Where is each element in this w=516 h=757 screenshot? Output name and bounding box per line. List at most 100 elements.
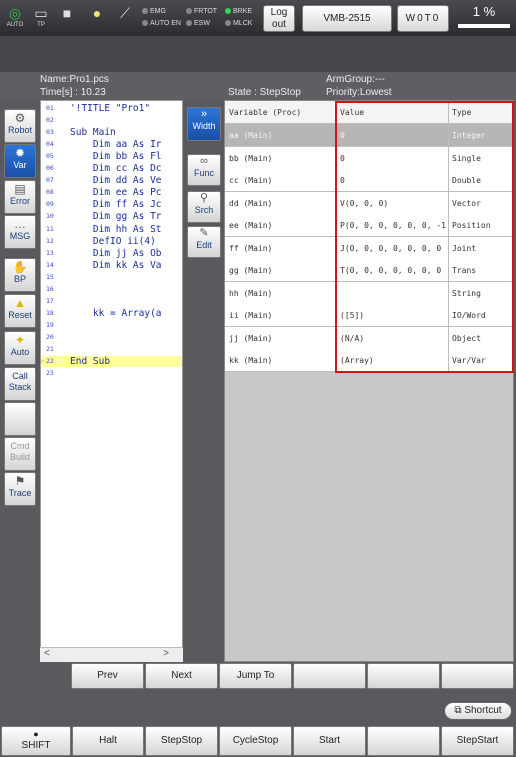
- variable-cell: ee (Main): [229, 221, 273, 230]
- nav-blank-button-3[interactable]: [441, 663, 514, 689]
- var-gear-icon: ✹: [14, 146, 26, 160]
- line-number: 20: [46, 332, 54, 341]
- shortcut-button[interactable]: ⧉ Shortcut: [444, 702, 512, 720]
- line-number: 07: [46, 176, 54, 185]
- line-number: 13: [46, 248, 54, 257]
- variable-cell: gg (Main): [229, 266, 273, 275]
- shift-dot-icon: ●: [33, 729, 39, 739]
- code-text: Dim bb As Fl: [70, 151, 162, 163]
- code-line[interactable]: 09 Dim ff As Jc: [41, 199, 182, 210]
- code-line[interactable]: 10 Dim gg As Tr: [41, 211, 182, 222]
- code-horizontal-scrollbar[interactable]: < >: [40, 647, 183, 662]
- code-line[interactable]: 01 '!TITLE "Pro1": [41, 103, 182, 114]
- program-name: Name:Pro1.pcs: [40, 74, 109, 85]
- code-line[interactable]: 05 Dim bb As Fl: [41, 151, 182, 162]
- error-button[interactable]: ▤ Error: [4, 180, 36, 214]
- code-text: Dim dd As Ve: [70, 175, 162, 187]
- frtot-indicator: FRTOT: [186, 7, 217, 16]
- call-stack-button[interactable]: Call Stack: [4, 367, 36, 401]
- code-line[interactable]: 02: [41, 115, 182, 126]
- line-number: 16: [46, 284, 54, 293]
- stepstart-button[interactable]: StepStart: [441, 726, 514, 756]
- code-text: Dim ff As Jc: [70, 199, 162, 211]
- code-line[interactable]: ▷ 22 End Sub: [40, 356, 182, 368]
- nav-blank-button-1[interactable]: [293, 663, 366, 689]
- code-line[interactable]: 19: [41, 320, 182, 331]
- error-doc-icon: ▤: [14, 182, 26, 196]
- robot-model-button[interactable]: VMB-2515: [302, 5, 392, 32]
- code-line[interactable]: 13 Dim jj As Ob: [41, 248, 182, 259]
- line-number: 18: [46, 308, 54, 317]
- search-button[interactable]: ⚲ Srch: [187, 191, 221, 223]
- code-line[interactable]: 06 Dim cc As Dc: [41, 163, 182, 174]
- code-line[interactable]: 14 Dim kk As Va: [41, 260, 182, 271]
- start-button[interactable]: Start: [293, 726, 366, 756]
- scroll-right-arrow[interactable]: >: [163, 648, 169, 659]
- edit-button[interactable]: ✎ Edit: [187, 226, 221, 258]
- speed-indicator[interactable]: 1 %: [456, 4, 512, 32]
- msg-button[interactable]: … MSG: [4, 215, 36, 249]
- logout-button[interactable]: Log out: [263, 5, 295, 32]
- scroll-left-arrow[interactable]: <: [44, 648, 50, 659]
- next-button[interactable]: Next: [145, 663, 218, 689]
- stepstop-button[interactable]: StepStop: [145, 726, 218, 756]
- jump-to-button[interactable]: Jump To: [219, 663, 292, 689]
- bp-button[interactable]: ✋ BP: [4, 258, 36, 292]
- code-line[interactable]: 23: [41, 368, 182, 379]
- variable-cell: hh (Main): [229, 288, 273, 298]
- code-line[interactable]: 21: [41, 344, 182, 355]
- speed-bar: [458, 24, 510, 28]
- auto-mode-icon[interactable]: ◎ AUTO: [4, 4, 26, 32]
- code-line[interactable]: 20: [41, 332, 182, 343]
- shift-button[interactable]: ● SHIFT: [1, 726, 71, 756]
- code-line[interactable]: 18 kk = Array(a: [41, 308, 182, 319]
- line-number: 03: [46, 128, 54, 137]
- trace-button[interactable]: ⚑ Trace: [4, 472, 36, 506]
- line-number: 21: [46, 345, 54, 353]
- robot-button[interactable]: ⚙ Robot: [4, 109, 36, 143]
- line-number: 14: [46, 260, 54, 269]
- code-line[interactable]: 15: [41, 272, 182, 283]
- cmd-build-button[interactable]: Cmd Build: [4, 437, 36, 471]
- work-coordinate-button[interactable]: W0T0: [397, 5, 449, 32]
- code-line[interactable]: 11 Dim hh As St: [41, 224, 182, 235]
- code-line[interactable]: 08 Dim ee As Pc: [41, 187, 182, 198]
- width-button[interactable]: » Width: [187, 107, 221, 141]
- code-text: Dim hh As St: [70, 223, 162, 235]
- func-button[interactable]: ∞ Func: [187, 154, 221, 186]
- stop-square-icon[interactable]: ■: [56, 4, 78, 32]
- program-state: State : StepStop: [228, 87, 301, 98]
- line-number: 02: [46, 116, 54, 125]
- highlight-box: [335, 101, 514, 373]
- code-text: Dim gg As Tr: [70, 211, 162, 223]
- line-number: 11: [46, 224, 54, 233]
- lightbulb-icon[interactable]: ●: [86, 4, 108, 32]
- action-blank-button[interactable]: [367, 726, 440, 756]
- top-status-bar: ◎ AUTO ▭ TP ■ ● ⟋ EMG AUTO EN FRTOT ESW BR…: [0, 0, 516, 36]
- code-line[interactable]: 16: [41, 284, 182, 295]
- code-editor[interactable]: 01 '!TITLE "Pro1" 02 03 Sub Main 04 Dim aa As…: [40, 100, 183, 662]
- blank-side-button[interactable]: [4, 402, 36, 436]
- code-line[interactable]: 04 Dim aa As Ir: [41, 139, 182, 150]
- reset-button[interactable]: ▲ Reset: [4, 294, 36, 328]
- code-line[interactable]: 17: [41, 296, 182, 307]
- var-button[interactable]: ✹ Var: [4, 144, 36, 178]
- code-line[interactable]: 03 Sub Main: [41, 127, 182, 138]
- variable-cell: ff (Main): [229, 243, 273, 253]
- auto-button[interactable]: ✦ Auto: [4, 331, 36, 365]
- tp-icon[interactable]: ▭ TP: [30, 4, 52, 32]
- code-text: Dim ee As Pc: [70, 187, 162, 199]
- code-line[interactable]: 07 Dim dd As Ve: [41, 175, 182, 186]
- line-number: ▷ 22: [40, 357, 54, 366]
- code-text: Dim jj As Ob: [70, 247, 162, 259]
- message-bubble-icon: …: [14, 217, 26, 231]
- line-number: 06: [46, 164, 54, 173]
- halt-button[interactable]: Halt: [72, 726, 144, 756]
- code-line[interactable]: 12 DefIO ii(4): [41, 236, 182, 247]
- cyclestop-button[interactable]: CycleStop: [219, 726, 292, 756]
- wrench-icon[interactable]: ⟋: [114, 4, 136, 32]
- prev-button[interactable]: Prev: [71, 663, 144, 689]
- left-sidebar: ⚙ Robot ✹ Var ▤ Error … MSG ✋ BP ▲ Reset ✦ Auto…: [0, 100, 40, 662]
- nav-blank-button-2[interactable]: [367, 663, 440, 689]
- line-number: 09: [46, 200, 54, 209]
